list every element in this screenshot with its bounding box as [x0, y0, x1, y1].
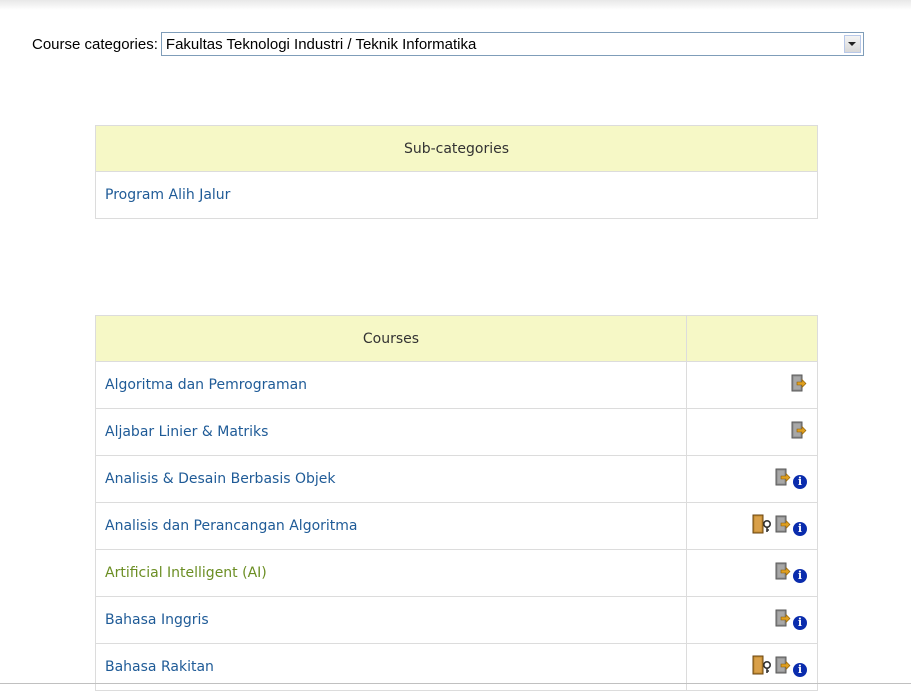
course-link[interactable]: Analisis dan Perancangan Algoritma	[105, 518, 358, 534]
course-row: Artificial Intelligent (AI) i	[95, 549, 818, 597]
guest-access-icon[interactable]	[775, 656, 791, 678]
course-icons-cell	[686, 408, 818, 456]
course-name-cell: Analisis dan Perancangan Algoritma	[95, 502, 687, 550]
course-name-cell: Aljabar Linier & Matriks	[95, 408, 687, 456]
course-name-cell: Algoritma dan Pemrograman	[95, 361, 687, 409]
guest-access-icon[interactable]	[775, 562, 791, 584]
course-link[interactable]: Algoritma dan Pemrograman	[105, 377, 307, 393]
enrolment-key-icon[interactable]	[752, 655, 774, 679]
guest-access-icon[interactable]	[791, 421, 807, 443]
course-row: Analisis & Desain Berbasis Objek i	[95, 455, 818, 503]
info-icon[interactable]: i	[793, 569, 807, 583]
guest-access-icon[interactable]	[791, 374, 807, 396]
course-link[interactable]: Aljabar Linier & Matriks	[105, 424, 268, 440]
guest-access-icon[interactable]	[775, 609, 791, 631]
category-selector: Course categories: Fakultas Teknologi In…	[32, 31, 864, 57]
course-name-cell: Analisis & Desain Berbasis Objek	[95, 455, 687, 503]
course-row: Algoritma dan Pemrograman	[95, 361, 818, 409]
dropdown-arrow-icon[interactable]	[843, 35, 861, 53]
course-icons-cell: i	[686, 455, 818, 503]
info-icon[interactable]: i	[793, 522, 807, 536]
subcategory-row: Program Alih Jalur	[95, 171, 818, 219]
guest-access-icon[interactable]	[775, 515, 791, 537]
course-icons-cell: i	[686, 596, 818, 644]
course-icons-cell	[686, 361, 818, 409]
course-row: Bahasa Inggris i	[95, 596, 818, 644]
course-link[interactable]: Bahasa Rakitan	[105, 659, 214, 675]
subcategory-cell: Program Alih Jalur	[95, 171, 818, 219]
category-select[interactable]: Fakultas Teknologi Industri / Teknik Inf…	[160, 32, 864, 56]
subcategory-link[interactable]: Program Alih Jalur	[105, 187, 230, 203]
category-select-value: Fakultas Teknologi Industri / Teknik Inf…	[165, 35, 477, 53]
courses-table: Courses Algoritma dan Pemrograman Aljabar…	[95, 315, 818, 691]
subcategories-header: Sub-categories	[95, 125, 818, 172]
course-name-cell: Bahasa Inggris	[95, 596, 687, 644]
course-link[interactable]: Bahasa Inggris	[105, 612, 209, 628]
course-row: Aljabar Linier & Matriks	[95, 408, 818, 456]
course-link[interactable]: Analisis & Desain Berbasis Objek	[105, 471, 335, 487]
category-select-label: Course categories:	[32, 35, 158, 53]
course-name-cell: Artificial Intelligent (AI)	[95, 549, 687, 597]
course-icons-cell: i	[686, 549, 818, 597]
info-icon[interactable]: i	[793, 475, 807, 489]
courses-header: Courses	[95, 315, 687, 362]
subcategories-table: Sub-categories Program Alih Jalur	[95, 125, 818, 219]
course-icons-header	[686, 315, 818, 362]
info-icon[interactable]: i	[793, 663, 807, 677]
course-row: Analisis dan Perancangan Algoritma i	[95, 502, 818, 550]
info-icon[interactable]: i	[793, 616, 807, 630]
enrolment-key-icon[interactable]	[752, 514, 774, 538]
course-icons-cell: i	[686, 502, 818, 550]
top-shade	[0, 0, 911, 10]
guest-access-icon[interactable]	[775, 468, 791, 490]
course-link[interactable]: Artificial Intelligent (AI)	[105, 565, 267, 581]
